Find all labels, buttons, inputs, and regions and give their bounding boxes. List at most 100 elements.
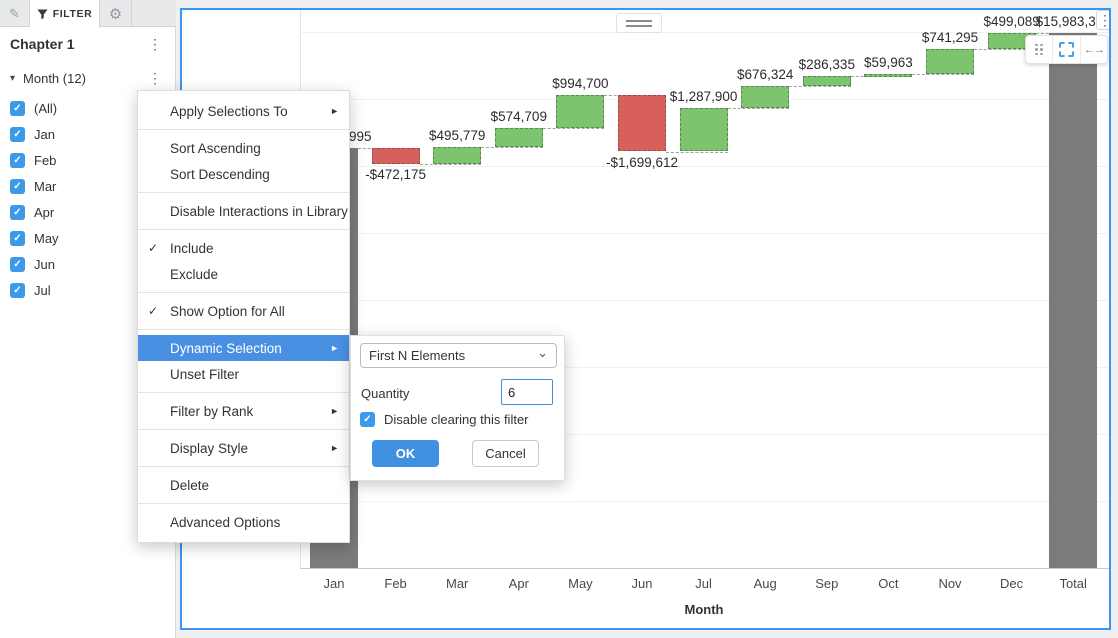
menu-divider xyxy=(138,129,349,130)
menu-item-show-option-for-all[interactable]: ✓Show Option for All xyxy=(138,298,349,324)
menu-item-label: Sort Descending xyxy=(170,167,270,182)
panel-floating-toolbar: ←→ xyxy=(1025,35,1108,64)
collapse-triangle-icon[interactable]: ▾ xyxy=(10,73,15,84)
menu-item-label: Display Style xyxy=(170,441,248,456)
tab-edit[interactable]: ✎ xyxy=(0,0,30,27)
disable-clearing-checkbox[interactable]: ✓ xyxy=(360,412,375,427)
filter-item-label: Apr xyxy=(34,205,54,220)
x-axis-line xyxy=(300,568,1109,569)
filter-item-label: Jul xyxy=(34,283,51,298)
checkbox-checked[interactable]: ✓ xyxy=(10,257,25,272)
month-filter-kebab-icon[interactable]: ⋮ xyxy=(144,71,166,85)
menu-item-disable-interactions-in-library[interactable]: Disable Interactions in Library xyxy=(138,198,349,224)
check-icon: ✓ xyxy=(13,207,21,218)
menu-item-dynamic-selection[interactable]: Dynamic Selection► xyxy=(138,335,349,361)
disable-clearing-row: ✓ Disable clearing this filter xyxy=(360,412,529,427)
menu-item-exclude[interactable]: Exclude xyxy=(138,261,349,287)
menu-item-include[interactable]: ✓ Include xyxy=(138,235,349,261)
menu-item-display-style[interactable]: Display Style► xyxy=(138,435,349,461)
bar-oct[interactable] xyxy=(864,74,912,77)
bar-jul[interactable] xyxy=(680,108,728,151)
menu-item-label: Filter by Rank xyxy=(170,404,253,419)
sidebar-tabstrip: ✎ FILTER ⚙ xyxy=(0,0,176,27)
menu-item-label: Include xyxy=(170,241,214,256)
quantity-input[interactable] xyxy=(501,379,553,405)
menu-item-unset-filter[interactable]: Unset Filter xyxy=(138,361,349,387)
tab-filter[interactable]: FILTER xyxy=(30,0,100,28)
menu-item-label: Disable Interactions in Library xyxy=(170,204,348,219)
bar-feb[interactable] xyxy=(372,148,420,164)
group-kebab-icon[interactable]: ⋮ xyxy=(144,37,166,51)
submenu-arrow-icon: ► xyxy=(330,343,339,353)
month-filter-title: Month (12) xyxy=(23,71,144,86)
filter-item-label: (All) xyxy=(34,101,57,116)
axis-tick-aug: Aug xyxy=(735,576,795,591)
checkbox-checked[interactable]: ✓ xyxy=(10,231,25,246)
check-icon: ✓ xyxy=(13,129,21,140)
filter-item-label: Jan xyxy=(34,127,55,142)
menu-divider xyxy=(138,292,349,293)
filter-item-label: Jun xyxy=(34,257,55,272)
kebab-icon: ⋮ xyxy=(1094,13,1111,27)
connector-oct xyxy=(912,74,974,75)
selection-mode-select[interactable]: First N Elements ⌄ xyxy=(360,343,557,368)
check-icon: ✓ xyxy=(13,181,21,192)
checkbox-checked[interactable]: ✓ xyxy=(10,101,25,116)
menu-item-filter-by-rank[interactable]: Filter by Rank► xyxy=(138,398,349,424)
check-icon: ✓ xyxy=(13,233,21,244)
menu-divider xyxy=(138,192,349,193)
axis-tick-dec: Dec xyxy=(982,576,1042,591)
tab-settings[interactable]: ⚙ xyxy=(100,0,132,27)
gridline xyxy=(300,233,1109,234)
axis-tick-oct: Oct xyxy=(858,576,918,591)
rectangle-select-icon xyxy=(1059,42,1074,57)
menu-item-sort-descending[interactable]: Sort Descending xyxy=(138,161,349,187)
checkbox-checked[interactable]: ✓ xyxy=(10,205,25,220)
connector-jun xyxy=(666,152,728,153)
move-tool-button[interactable] xyxy=(1026,36,1053,63)
menu-item-label: Apply Selections To xyxy=(170,104,288,119)
resize-horizontal-icon: ←→ xyxy=(1084,44,1104,56)
checkbox-checked[interactable]: ✓ xyxy=(10,153,25,168)
menu-item-advanced-options[interactable]: Advanced Options xyxy=(138,509,349,535)
app-window: ✎ FILTER ⚙ Chapter 1 ⋮ ▾ Month (12) ⋮ ✓(… xyxy=(0,0,1118,638)
menu-item-label: Exclude xyxy=(170,267,218,282)
chevron-down-icon: ⌄ xyxy=(537,345,548,361)
checkbox-checked[interactable]: ✓ xyxy=(10,127,25,142)
menu-item-label: Delete xyxy=(170,478,209,493)
rectangle-select-tool-button[interactable] xyxy=(1053,36,1080,63)
bar-value-label-may: $994,700 xyxy=(520,76,640,91)
funnel-icon xyxy=(37,9,48,20)
check-icon: ✓ xyxy=(13,285,21,296)
connector-mar xyxy=(481,147,543,148)
checkbox-checked[interactable]: ✓ xyxy=(10,179,25,194)
x-axis-title: Month xyxy=(624,602,784,617)
bar-value-label-jun: -$1,699,612 xyxy=(582,155,702,170)
menu-item-label: Sort Ascending xyxy=(170,141,261,156)
selection-mode-value: First N Elements xyxy=(369,348,465,363)
quantity-label: Quantity xyxy=(361,386,409,401)
menu-item-sort-ascending[interactable]: Sort Ascending xyxy=(138,135,349,161)
bar-mar[interactable] xyxy=(433,147,481,164)
checkbox-checked[interactable]: ✓ xyxy=(10,283,25,298)
cancel-button[interactable]: Cancel xyxy=(472,440,539,467)
panel-kebab-button[interactable]: ⋮ xyxy=(1096,10,1111,30)
panel-drag-handle[interactable] xyxy=(616,13,662,33)
month-filter-header: ▾ Month (12) ⋮ xyxy=(0,66,176,90)
menu-item-delete[interactable]: Delete xyxy=(138,472,349,498)
menu-item-label: Unset Filter xyxy=(170,367,239,382)
axis-tick-jan: Jan xyxy=(304,576,364,591)
menu-item-label: Advanced Options xyxy=(170,515,280,530)
resize-tool-button[interactable]: ←→ xyxy=(1081,36,1107,63)
bar-total[interactable] xyxy=(1049,33,1097,568)
ok-button[interactable]: OK xyxy=(372,440,439,467)
connector-aug xyxy=(789,86,851,87)
filter-context-menu: Apply Selections To ► Sort Ascending Sort D… xyxy=(137,90,350,543)
bar-value-label-feb: -$472,175 xyxy=(336,167,456,182)
menu-item-apply-selections-to[interactable]: Apply Selections To ► xyxy=(138,98,349,124)
connector-jul xyxy=(728,108,790,109)
check-icon: ✓ xyxy=(148,241,158,255)
submenu-arrow-icon: ► xyxy=(330,106,339,116)
bar-value-label-jul: $1,287,900 xyxy=(644,89,764,104)
check-icon: ✓ xyxy=(13,155,21,166)
